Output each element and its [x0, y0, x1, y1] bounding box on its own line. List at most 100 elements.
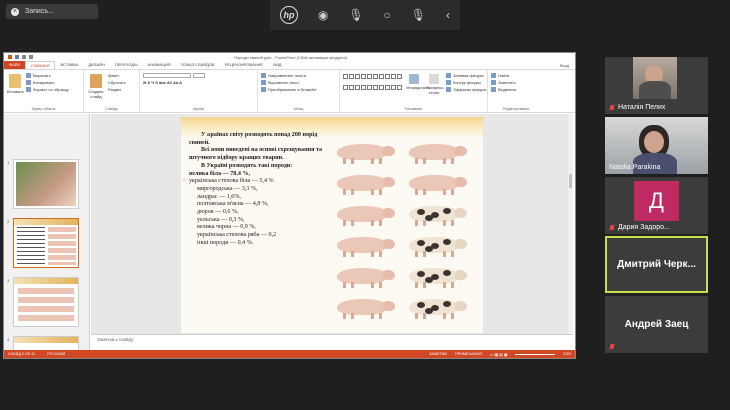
slide-text-box[interactable]: У країнах світу розводять понад 200 порі…: [183, 132, 329, 248]
comments-button[interactable]: ПРИМЕЧАНИЯ: [455, 352, 482, 356]
tab-slideshow[interactable]: ПОКАЗ СЛАЙДОВ: [176, 61, 220, 69]
participant-tile-1[interactable]: Наталія Пелих: [605, 57, 708, 114]
circle-icon[interactable]: ○: [384, 8, 391, 22]
presenter-toolbar: hp ◉ 🎙 ○ 🎙 ‹: [270, 0, 460, 30]
muted-mic-icon: [609, 224, 615, 231]
slide-editor: У країнах світу розводять понад 200 порі…: [91, 114, 573, 334]
search-icon: [491, 73, 496, 78]
shape-outline-button[interactable]: Контур фигуры: [446, 79, 486, 86]
pig-breeds-illustration: [331, 141, 477, 331]
text-direction-icon: [261, 73, 266, 78]
participant-tile-3[interactable]: Д Дария Задоро...: [605, 177, 708, 234]
arrange-icon: [409, 74, 419, 84]
screen: × Запись... hp ◉ 🎙 ○ 🎙 ‹ Породы свиней.p…: [0, 0, 730, 410]
pig-image: [333, 141, 395, 165]
shape-fill-button[interactable]: Заливка фигуры: [446, 72, 486, 79]
participant-tile-active[interactable]: Дмитрий Черк...: [605, 236, 708, 293]
font-size-select[interactable]: [193, 73, 205, 78]
notes-button[interactable]: ЗАМЕТКИ: [429, 352, 447, 356]
ribbon-tabs: ФАЙЛ ГЛАВНАЯ ВСТАВКА ДИЗАЙН ПЕРЕХОДЫ АНИ…: [4, 61, 575, 69]
tab-review[interactable]: РЕЦЕНЗИРОВАНИЕ: [220, 61, 268, 69]
participant-video-1: [633, 57, 677, 99]
scrollbar-thumb[interactable]: [569, 174, 572, 188]
view-buttons[interactable]: ▭ ▦ ▤ ▣: [490, 352, 508, 357]
participant-tile-5[interactable]: Андрей Заец: [605, 296, 708, 353]
quick-styles-button[interactable]: Экспресс-стили: [426, 72, 445, 95]
vertical-scrollbar[interactable]: [568, 114, 573, 334]
slide-text-line: полтавська м'ясна — 4,8 %,: [197, 201, 269, 208]
pig-image: [405, 265, 467, 289]
notes-pane[interactable]: Заметки к слайду: [91, 334, 573, 344]
group-slides: Создать слайд Макет Сбросить Раздел Слай…: [84, 70, 140, 112]
back-icon[interactable]: ‹: [446, 8, 450, 22]
copy-button[interactable]: Копировать: [26, 79, 69, 86]
zoom-slider[interactable]: [515, 353, 556, 355]
slide-text-line: ландрас — 1,6%,: [197, 193, 241, 200]
slide-thumbnail-1[interactable]: 1: [7, 159, 79, 209]
replace-button[interactable]: Заменить: [491, 79, 541, 86]
layout-button[interactable]: Макет: [108, 72, 126, 79]
sign-in-link[interactable]: Вход: [560, 63, 575, 68]
tab-transitions[interactable]: ПЕРЕХОДЫ: [110, 61, 143, 69]
tab-design[interactable]: ДИЗАЙН: [83, 61, 109, 69]
new-slide-button[interactable]: Создать слайд: [87, 72, 105, 99]
language-indicator[interactable]: РУССКИЙ: [47, 352, 65, 356]
slide-thumbnail-4[interactable]: 4: [7, 336, 79, 350]
shape-effects-button[interactable]: Эффекты фигуры: [446, 86, 486, 93]
quick-access-toolbar: [4, 55, 33, 59]
current-slide[interactable]: У країнах світу розводять понад 200 порі…: [181, 117, 483, 333]
voice-assistant-icon[interactable]: 🎙: [411, 8, 426, 22]
text-direction-button[interactable]: Направление текста: [261, 72, 336, 79]
tab-file[interactable]: ФАЙЛ: [4, 61, 26, 69]
undo-icon[interactable]: [22, 55, 26, 59]
recording-label: Запись...: [25, 8, 54, 15]
font-format-buttons[interactable]: Ж К Ч S abc AV Aa A: [143, 79, 254, 86]
pig-image: [333, 172, 395, 196]
select-button[interactable]: Выделить: [491, 86, 541, 93]
microphone-icon[interactable]: 🎙: [348, 8, 363, 22]
align-text-button[interactable]: Выровнять текст: [261, 79, 336, 86]
font-name-select[interactable]: [143, 73, 191, 78]
record-stop-icon: ×: [11, 7, 19, 16]
pig-image: [405, 172, 467, 196]
effects-icon: [446, 87, 451, 92]
group-drawing: Упорядочить Экспресс-стили Заливка фигур…: [340, 70, 488, 112]
reset-button[interactable]: Сбросить: [108, 79, 126, 86]
redo-icon[interactable]: [29, 55, 33, 59]
slide-text-line: Всі вони виведені на основі схрещування …: [189, 147, 329, 162]
cut-button[interactable]: Вырезать: [26, 72, 69, 79]
tab-animation[interactable]: АНИМАЦИЯ: [143, 61, 176, 69]
smartart-button[interactable]: Преобразовать в SmartArt: [261, 86, 336, 93]
group-paragraph: Направление текста Выровнять текст Преоб…: [258, 70, 340, 112]
slide-thumbnails-pane: 1 2 3 4: [4, 114, 90, 350]
find-button[interactable]: Найти: [491, 72, 541, 79]
smartart-icon: [261, 87, 266, 92]
slide-text-line: інші породи — 0,4 %.: [197, 239, 254, 246]
select-icon: [491, 87, 496, 92]
zoom-level[interactable]: 43%: [563, 352, 571, 356]
quick-styles-icon: [429, 74, 439, 84]
section-button[interactable]: Раздел: [108, 86, 126, 93]
tab-view[interactable]: ВИД: [268, 61, 286, 69]
tab-insert[interactable]: ВСТАВКА: [55, 61, 83, 69]
pig-image: [333, 234, 395, 258]
slide-thumbnail-3[interactable]: 3: [7, 277, 79, 327]
participant-tile-2[interactable]: Natalia Parakina: [605, 117, 708, 174]
recording-indicator[interactable]: × Запись...: [6, 4, 98, 19]
arrange-button[interactable]: Упорядочить: [406, 72, 430, 95]
align-icon: [261, 80, 266, 85]
paste-button[interactable]: Вставить: [7, 72, 24, 94]
participant-name-large: Андрей Заец: [624, 319, 689, 330]
slide-thumbnail-2[interactable]: 2: [7, 218, 79, 268]
format-painter-button[interactable]: Формат по образцу: [26, 86, 69, 93]
shapes-gallery[interactable]: [343, 74, 402, 95]
tab-home[interactable]: ГЛАВНАЯ: [25, 61, 56, 69]
muted-mic-icon: [609, 104, 615, 111]
save-icon[interactable]: [15, 55, 19, 59]
record-icon[interactable]: ◉: [318, 8, 328, 22]
hp-logo-icon: hp: [279, 6, 298, 24]
new-slide-icon: [90, 74, 102, 88]
muted-mic-icon: [609, 344, 615, 350]
group-font: Ж К Ч S abc AV Aa A Шрифт: [140, 70, 258, 112]
slide-text-line: миргородська — 3,3 %,: [197, 185, 258, 192]
